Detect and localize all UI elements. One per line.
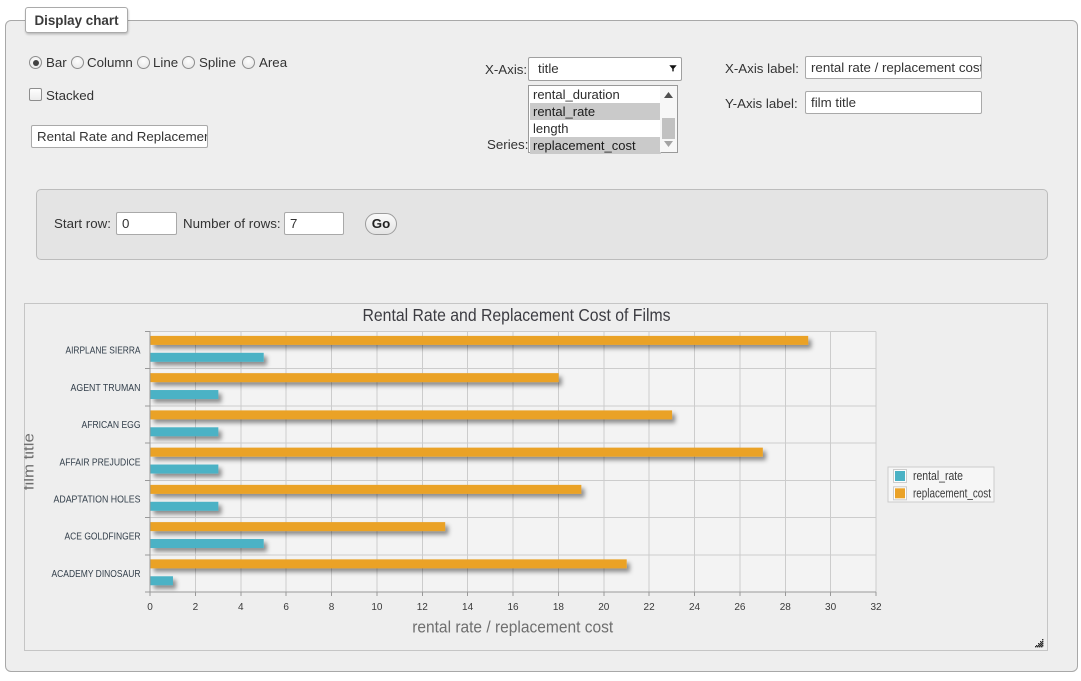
svg-text:AFFAIR PREJUDICE: AFFAIR PREJUDICE: [60, 457, 141, 468]
svg-text:10: 10: [371, 602, 383, 613]
svg-text:22: 22: [644, 602, 656, 613]
svg-text:32: 32: [870, 602, 882, 613]
svg-text:rental_rate: rental_rate: [913, 469, 963, 483]
svg-text:2: 2: [193, 602, 199, 613]
svg-text:AIRPLANE SIERRA: AIRPLANE SIERRA: [66, 346, 141, 357]
svg-text:AFRICAN EGG: AFRICAN EGG: [82, 420, 141, 431]
svg-text:20: 20: [598, 602, 610, 613]
svg-text:8: 8: [329, 602, 335, 613]
svg-text:ACE GOLDFINGER: ACE GOLDFINGER: [65, 532, 141, 543]
svg-text:16: 16: [507, 602, 519, 613]
svg-text:ADAPTATION HOLES: ADAPTATION HOLES: [54, 494, 141, 505]
svg-text:26: 26: [734, 602, 746, 613]
svg-text:replacement_cost: replacement_cost: [913, 486, 991, 500]
svg-text:24: 24: [689, 602, 701, 613]
svg-text:6: 6: [283, 602, 289, 613]
svg-text:0: 0: [147, 602, 153, 613]
svg-text:18: 18: [553, 602, 565, 613]
svg-text:30: 30: [825, 602, 837, 613]
svg-text:rental rate / replacement cost: rental rate / replacement cost: [412, 617, 613, 636]
svg-text:AGENT TRUMAN: AGENT TRUMAN: [71, 383, 141, 394]
svg-text:4: 4: [238, 602, 244, 613]
svg-text:12: 12: [417, 602, 429, 613]
svg-text:film title: film title: [24, 433, 38, 490]
svg-text:14: 14: [462, 602, 474, 613]
svg-text:ACADEMY DINOSAUR: ACADEMY DINOSAUR: [52, 569, 141, 580]
svg-text:Rental Rate and Replacement Co: Rental Rate and Replacement Cost of Film…: [363, 305, 671, 325]
svg-text:28: 28: [780, 602, 792, 613]
